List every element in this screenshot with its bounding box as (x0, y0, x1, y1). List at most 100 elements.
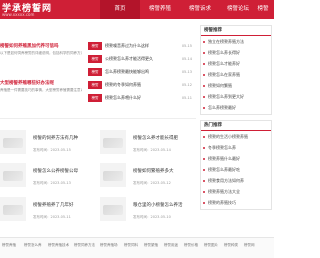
site-logo[interactable]: 学承榜誓网 www.xxxxx.com (0, 0, 92, 19)
article-title[interactable]: 榜誓养殖养了几年好 (33, 202, 74, 208)
article-card[interactable]: 榜誓怎么公养榜誓公母 发布时间：2023-05-13 (0, 163, 96, 193)
footer-link[interactable]: 榜誓养殖 (2, 243, 16, 248)
sidebar-item[interactable]: 榜誓食用方法如何养 (201, 175, 271, 186)
news-date: 05-13 (181, 70, 192, 74)
nav-home[interactable]: 首页 (100, 0, 140, 19)
news-date: 05-12 (181, 83, 192, 87)
sidebar-heading: 榜誓推荐 (201, 26, 271, 36)
sidebar-item[interactable]: 榜誓怎么才能养好 (201, 58, 271, 69)
article-thumbnail[interactable] (100, 130, 126, 154)
footer-link[interactable]: 榜誓种类 (224, 243, 238, 248)
article-meta: 发布时间：2023-05-14 (133, 148, 171, 152)
sidebar-item[interactable]: 冬季榜誓怎么养 (201, 142, 271, 153)
news-tag: 榜誓 (88, 55, 102, 63)
list-item[interactable]: 榜誓 榜誓怎么养喂什么好 05-11 (88, 93, 194, 105)
news-tag: 榜誓 (88, 94, 102, 102)
sidebar-item-label: 榜誓的生活小榜誓养殖 (208, 134, 248, 139)
footer-link[interactable]: 榜誓养殖场 (100, 243, 118, 248)
footer-link[interactable]: 榜誓饲料 (124, 243, 138, 248)
article-card[interactable]: 榜誓养殖养了几年好 发布时间：2023-05-11 (0, 197, 96, 227)
footer-link[interactable]: 榜誓网 (244, 243, 255, 248)
list-item[interactable]: 榜誓 榜誓的冬季如何养殖 05-12 (88, 80, 194, 92)
bullet-icon (203, 135, 205, 138)
sidebar-item[interactable]: 榜誓的生活小榜誓养殖 (201, 131, 271, 142)
list-item[interactable]: 榜誓 榜誓噪音养过为什么这样 05-15 (88, 41, 194, 53)
bullet-icon (203, 190, 205, 193)
article-thumbnail[interactable] (0, 197, 26, 221)
sidebar-item[interactable]: 榜誓怎么养长得好 (201, 47, 271, 58)
news-date: 05-14 (181, 57, 192, 61)
featured-item[interactable]: 大型榜誓养殖哪些好办法呢 养殖是一件需要技巧的事情，大型榜誓养殖需要注意以下 (0, 80, 82, 93)
list-item[interactable]: 榜誓 公榜誓怎么养才能活得更久 05-14 (88, 54, 194, 66)
sidebar-item[interactable]: 榜誓养殖方法大全 (201, 186, 271, 197)
news-date: 05-15 (181, 44, 192, 48)
sidebar-item[interactable]: 榜誓的养殖技巧 (201, 197, 271, 208)
footer-link[interactable]: 榜誓怎么养 (24, 243, 42, 248)
article-title[interactable]: 榜誓怎么公养榜誓公母 (33, 168, 78, 174)
sidebar-item-label: 榜誓怎么养最好吃 (208, 167, 240, 172)
sidebar-item[interactable]: 独立在榜誓养殖方法 (201, 36, 271, 47)
article-thumbnail[interactable] (100, 197, 126, 221)
article-card[interactable]: 榜誓如何繁殖养多大 发布时间：2023-05-12 (100, 163, 196, 193)
bullet-icon (203, 201, 205, 204)
sidebar-item-label: 榜誓怎么养到更大好 (208, 94, 244, 99)
article-title[interactable]: 榜誓如何繁殖养多大 (133, 168, 174, 174)
news-date: 05-11 (181, 96, 192, 100)
sidebar-item[interactable]: 榜誓怎么养到更大好 (201, 91, 271, 102)
news-tag: 榜誓 (88, 81, 102, 89)
sidebar-item[interactable]: 榜誓怎么在家养殖 (201, 69, 271, 80)
featured-title[interactable]: 大型榜誓养殖哪些好办法呢 (0, 80, 82, 86)
bullet-icon (203, 84, 205, 87)
news-title[interactable]: 榜誓怎么养喂什么好 (105, 94, 173, 102)
article-title[interactable]: 粮仓里的小榜誓怎么养活 (133, 202, 183, 208)
article-thumbnail[interactable] (0, 130, 26, 154)
footer-link[interactable]: 榜誓用途 (164, 243, 178, 248)
sidebar-item-label: 榜誓食用方法如何养 (208, 178, 244, 183)
article-meta: 发布时间：2023-05-11 (33, 215, 71, 219)
footer-link[interactable]: 榜誓养殖技术 (48, 243, 69, 248)
footer-link[interactable]: 榜誓价格 (184, 243, 198, 248)
article-meta: 发布时间：2023-05-13 (33, 181, 71, 185)
article-grid: 榜誓的饲养方法有几种 发布时间：2023-05-15 榜誓怎么养才能长得肥 发布… (0, 118, 196, 236)
article-card[interactable]: 粮仓里的小榜誓怎么养活 发布时间：2023-05-10 (100, 197, 196, 227)
bullet-icon (203, 62, 205, 65)
bullet-icon (203, 146, 205, 149)
nav-raising[interactable]: 榜誓养殖 (140, 0, 180, 19)
footer-link[interactable]: 榜誓饲养方法 (74, 243, 95, 248)
news-title[interactable]: 怎么养榜誓最快能够出鸣 (105, 68, 173, 76)
article-card[interactable]: 榜誓怎么养才能长得肥 发布时间：2023-05-14 (100, 130, 196, 160)
sidebar-item[interactable]: 榜誓养殖什么最好 (201, 153, 271, 164)
sidebar-recommend-box: 榜誓推荐 独立在榜誓养殖方法 榜誓怎么养长得好 榜誓怎么才能养好 榜誓怎么在家养… (200, 25, 272, 115)
sidebar-item-label: 榜誓怎么养长得好 (208, 50, 240, 55)
sidebar-item-label: 榜誓怎么才能养好 (208, 61, 240, 66)
featured-summary: 养殖是一件需要技巧的事情，大型榜誓养殖需要注意以下 (0, 88, 82, 92)
bullet-icon (203, 73, 205, 76)
news-title[interactable]: 榜誓的冬季如何养殖 (105, 81, 173, 89)
footer-link[interactable]: 榜誓图片 (204, 243, 218, 248)
article-meta: 发布时间：2023-05-15 (33, 148, 71, 152)
news-title[interactable]: 公榜誓怎么养才能活得更久 (105, 55, 173, 63)
featured-item[interactable]: 榜誓如何养殖黑加代养可信吗 以下是如何饲养榜誓的详细说明，包括科学的饲养方法 (0, 43, 82, 56)
article-card[interactable]: 榜誓的饲养方法有几种 发布时间：2023-05-15 (0, 130, 96, 160)
news-title[interactable]: 榜誓噪音养过为什么这样 (105, 42, 173, 50)
article-title[interactable]: 榜誓的饲养方法有几种 (33, 135, 78, 141)
article-title[interactable]: 榜誓怎么养才能长得肥 (133, 135, 178, 141)
nav-more[interactable]: 榜誓 (252, 0, 274, 19)
bullet-icon (203, 51, 205, 54)
article-thumbnail[interactable] (0, 163, 26, 187)
sidebar-item[interactable]: 怎么养榜誓最好 (201, 102, 271, 113)
sidebar-item-label: 榜誓的养殖技巧 (208, 200, 236, 205)
news-tag: 榜誓 (88, 68, 102, 76)
sidebar-item[interactable]: 榜誓怎么养最好吃 (201, 164, 271, 175)
sidebar-item-label: 独立在榜誓养殖方法 (208, 39, 244, 44)
sidebar-heading: 热门推荐 (201, 121, 271, 131)
sidebar-item-label: 榜誓怎么在家养殖 (208, 72, 240, 77)
nav-appeal[interactable]: 榜誓诉求 (180, 0, 220, 19)
footer-link[interactable]: 榜誓繁殖 (144, 243, 158, 248)
sidebar-item[interactable]: 榜誓如何繁殖 (201, 80, 271, 91)
bullet-icon (203, 95, 205, 98)
sidebar-item-label: 榜誓养殖方法大全 (208, 189, 240, 194)
list-item[interactable]: 榜誓 怎么养榜誓最快能够出鸣 05-13 (88, 67, 194, 79)
featured-title[interactable]: 榜誓如何养殖黑加代养可信吗 (0, 43, 82, 49)
article-thumbnail[interactable] (100, 163, 126, 187)
